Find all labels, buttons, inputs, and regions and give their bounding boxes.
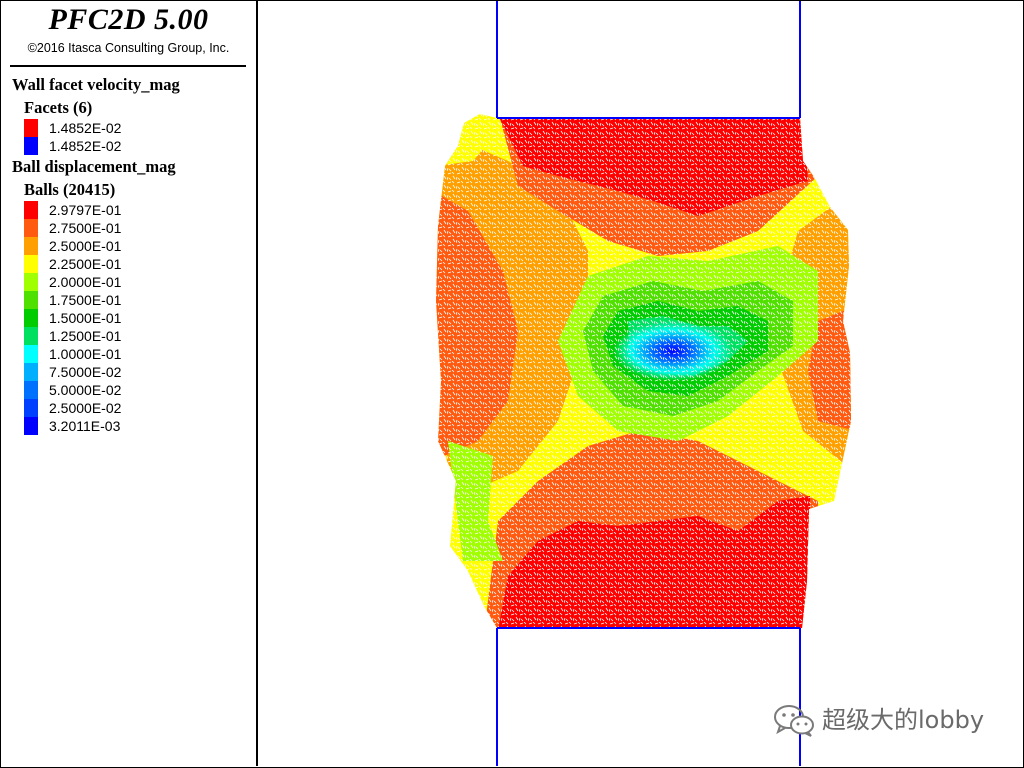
legend-label: 1.4852E-02 bbox=[49, 138, 122, 154]
legend-label: 2.5000E-02 bbox=[49, 400, 122, 416]
legend-label: 2.9797E-01 bbox=[49, 202, 122, 218]
displacement-contour bbox=[436, 114, 851, 628]
model-view[interactable] bbox=[258, 1, 1022, 766]
watermark: 超级大的lobby bbox=[772, 702, 984, 738]
color-swatch bbox=[24, 137, 38, 155]
ball-section-title: Ball displacement_mag bbox=[12, 157, 176, 176]
color-swatch bbox=[24, 309, 38, 327]
legend-label: 2.7500E-01 bbox=[49, 220, 122, 236]
legend-label: 5.0000E-02 bbox=[49, 382, 122, 398]
color-swatch bbox=[24, 363, 38, 381]
legend-label: 1.5000E-01 bbox=[49, 310, 122, 326]
legend-label: 7.5000E-02 bbox=[49, 364, 122, 380]
watermark-text: 超级大的lobby bbox=[822, 706, 985, 734]
legend-label: 2.0000E-01 bbox=[49, 274, 122, 290]
color-swatch bbox=[24, 237, 38, 255]
ball-texture bbox=[436, 114, 851, 628]
facets-title: Facets (6) bbox=[24, 98, 93, 117]
legend-panel: PFC2D 5.00 ©2016 Itasca Consulting Group… bbox=[1, 1, 258, 766]
color-swatch bbox=[24, 417, 38, 435]
app-title: PFC2D 5.00 bbox=[48, 3, 209, 36]
balls-title: Balls (20415) bbox=[24, 180, 116, 199]
legend-label: 3.2011E-03 bbox=[49, 418, 121, 434]
color-swatch bbox=[24, 201, 38, 219]
model-plot bbox=[436, 1, 851, 766]
wall-section-title: Wall facet velocity_mag bbox=[12, 75, 180, 94]
color-swatch bbox=[24, 273, 38, 291]
color-swatch bbox=[24, 399, 38, 417]
legend-label: 1.7500E-01 bbox=[49, 292, 122, 308]
color-swatch bbox=[24, 119, 38, 137]
color-swatch bbox=[24, 381, 38, 399]
legend-label: 1.2500E-01 bbox=[49, 328, 122, 344]
color-swatch bbox=[24, 291, 38, 309]
legend-divider bbox=[10, 65, 246, 67]
color-swatch bbox=[24, 345, 38, 363]
legend-label: 1.4852E-02 bbox=[49, 120, 122, 136]
copyright-text: ©2016 Itasca Consulting Group, Inc. bbox=[27, 41, 230, 55]
color-swatch bbox=[24, 327, 38, 345]
legend-label: 1.0000E-01 bbox=[49, 346, 122, 362]
legend-label: 2.2500E-01 bbox=[49, 256, 122, 272]
color-swatch bbox=[24, 255, 38, 273]
color-swatch bbox=[24, 219, 38, 237]
legend-label: 2.5000E-01 bbox=[49, 238, 122, 254]
wechat-icon bbox=[774, 705, 814, 737]
